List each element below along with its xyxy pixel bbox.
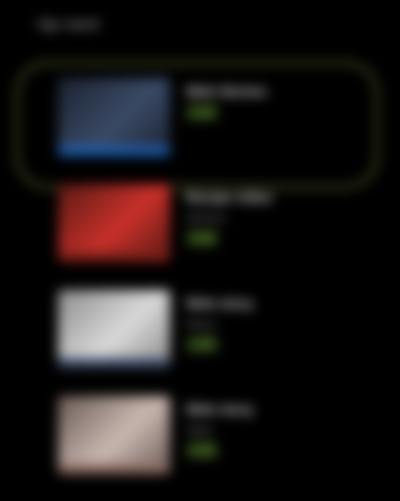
video-item-1[interactable]: Web Stories 2:10 <box>0 60 400 190</box>
duration-badge: 2:10 <box>186 104 219 121</box>
video-item-4[interactable]: Web story Style 2:05 <box>0 396 400 496</box>
video-title: Web story <box>186 401 254 417</box>
video-meta: Recipe video Kitchen 3:45 <box>186 188 346 247</box>
video-thumbnail[interactable] <box>58 184 170 262</box>
section-title: Up next <box>38 16 101 33</box>
duration-badge: 2:05 <box>186 442 219 459</box>
thumbnail-stripe <box>58 146 170 156</box>
video-title: Web story <box>186 295 254 311</box>
duration-badge: 3:45 <box>186 230 219 247</box>
thumbnail-stripe <box>58 358 170 368</box>
video-item-3[interactable]: Web story News 1:30 <box>0 290 400 390</box>
channel-name: Style <box>186 423 213 437</box>
video-thumbnail[interactable] <box>58 78 170 156</box>
thumbnail-stripe <box>58 464 170 474</box>
video-meta: Web story News 1:30 <box>186 294 346 353</box>
video-thumbnail[interactable] <box>58 396 170 474</box>
channel-name: News <box>186 317 217 331</box>
duration-badge: 1:30 <box>186 336 219 353</box>
video-meta: Web Stories 2:10 <box>186 82 346 121</box>
channel-name: Kitchen <box>186 211 227 225</box>
video-title: Recipe video <box>186 189 273 205</box>
up-next-panel: Up next Web Stories 2:10 Recipe video Ki… <box>0 0 400 501</box>
thumbnail-stripe <box>58 252 170 262</box>
video-title: Web Stories <box>186 83 267 99</box>
video-item-2[interactable]: Recipe video Kitchen 3:45 <box>0 184 400 284</box>
video-thumbnail[interactable] <box>58 290 170 368</box>
video-meta: Web story Style 2:05 <box>186 400 346 459</box>
